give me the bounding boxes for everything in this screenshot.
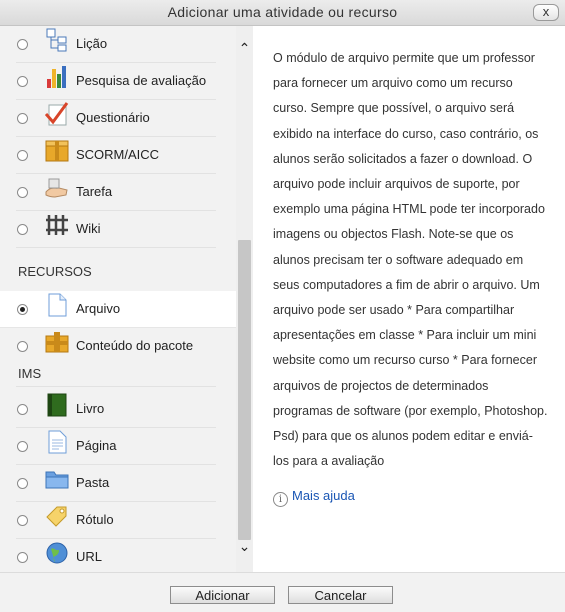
radio-button[interactable]: [17, 150, 28, 161]
module-option-scorm[interactable]: SCORM/AICC: [16, 137, 216, 174]
wiki-icon: [46, 215, 68, 235]
radio-button[interactable]: [17, 187, 28, 198]
module-list: Lição Pesquisa de avaliação Questionário: [0, 26, 236, 572]
radio-button[interactable]: [17, 341, 28, 352]
scroll-down-icon[interactable]: ⌄: [236, 538, 253, 554]
lesson-icon: [46, 28, 67, 52]
close-button[interactable]: x: [533, 4, 559, 21]
divider: [16, 386, 216, 387]
label-icon: [46, 506, 67, 527]
module-option-tarefa[interactable]: Tarefa: [16, 174, 216, 211]
module-label: Lição: [76, 36, 108, 51]
radio-button[interactable]: [17, 478, 28, 489]
help-link-label[interactable]: Mais ajuda: [292, 488, 355, 503]
module-label: Livro: [76, 401, 105, 416]
module-list-scrollbar[interactable]: ⌃ ⌄: [236, 26, 253, 572]
module-option-pasta[interactable]: Pasta: [16, 465, 216, 502]
module-option-pesquisa[interactable]: Pesquisa de avaliação: [16, 63, 216, 100]
module-label: Pesquisa de avaliação: [76, 73, 207, 88]
scroll-thumb[interactable]: [238, 240, 251, 540]
module-label: Conteúdo do pacote: [76, 338, 194, 353]
module-description-panel: O módulo de arquivo permite que um profe…: [253, 26, 565, 572]
assignment-icon: [45, 178, 68, 198]
folder-icon: [45, 471, 69, 489]
module-option-questionario[interactable]: Questionário: [16, 100, 216, 137]
add-activity-dialog: Adicionar uma atividade ou recurso x Liç…: [0, 0, 565, 612]
module-label: Tarefa: [76, 184, 113, 199]
dialog-footer: Adicionar Cancelar: [0, 572, 565, 612]
radio-button[interactable]: [17, 39, 28, 50]
module-option-rotulo[interactable]: Rótulo: [16, 502, 216, 539]
radio-button[interactable]: [17, 113, 28, 124]
url-icon: [46, 542, 68, 564]
module-option-pagina[interactable]: Página: [16, 428, 216, 465]
module-option-livro[interactable]: Livro: [16, 391, 216, 428]
radio-button[interactable]: [17, 76, 28, 87]
resources-heading: RECURSOS: [18, 264, 92, 279]
survey-icon: [47, 66, 66, 88]
module-option-arquivo[interactable]: Arquivo: [0, 291, 236, 328]
module-label: Questionário: [76, 110, 150, 125]
module-label: SCORM/AICC: [76, 147, 160, 162]
module-label: Rótulo: [76, 512, 114, 527]
book-icon: [47, 393, 67, 417]
radio-button-selected[interactable]: [17, 304, 28, 315]
module-option-wiki[interactable]: Wiki: [16, 211, 216, 248]
file-icon: [48, 293, 67, 317]
module-label-continuation: IMS: [18, 366, 42, 381]
dialog-titlebar: Adicionar uma atividade ou recurso x: [0, 0, 565, 26]
module-label: Pasta: [76, 475, 110, 490]
radio-button[interactable]: [17, 552, 28, 563]
page-icon: [48, 430, 67, 454]
info-icon: i: [273, 492, 288, 507]
scroll-up-icon[interactable]: ⌃: [236, 40, 253, 56]
radio-button[interactable]: [17, 224, 28, 235]
add-button[interactable]: Adicionar: [170, 586, 275, 604]
help-link[interactable]: i Mais ajuda: [273, 488, 355, 507]
module-description: O módulo de arquivo permite que um profe…: [273, 51, 548, 469]
scorm-icon: [45, 140, 69, 162]
radio-button[interactable]: [17, 515, 28, 526]
cancel-button[interactable]: Cancelar: [288, 586, 393, 604]
module-option-url[interactable]: URL: [16, 539, 216, 572]
radio-button[interactable]: [17, 441, 28, 452]
module-option-licao[interactable]: Lição: [16, 26, 216, 63]
module-label: URL: [76, 549, 103, 564]
radio-button[interactable]: [17, 404, 28, 415]
ims-package-icon: [45, 332, 69, 353]
module-label: Wiki: [76, 221, 101, 236]
dialog-title: Adicionar uma atividade ou recurso: [167, 4, 398, 20]
module-label: Página: [76, 438, 117, 453]
module-label: Arquivo: [76, 301, 121, 316]
quiz-icon: [45, 102, 69, 126]
